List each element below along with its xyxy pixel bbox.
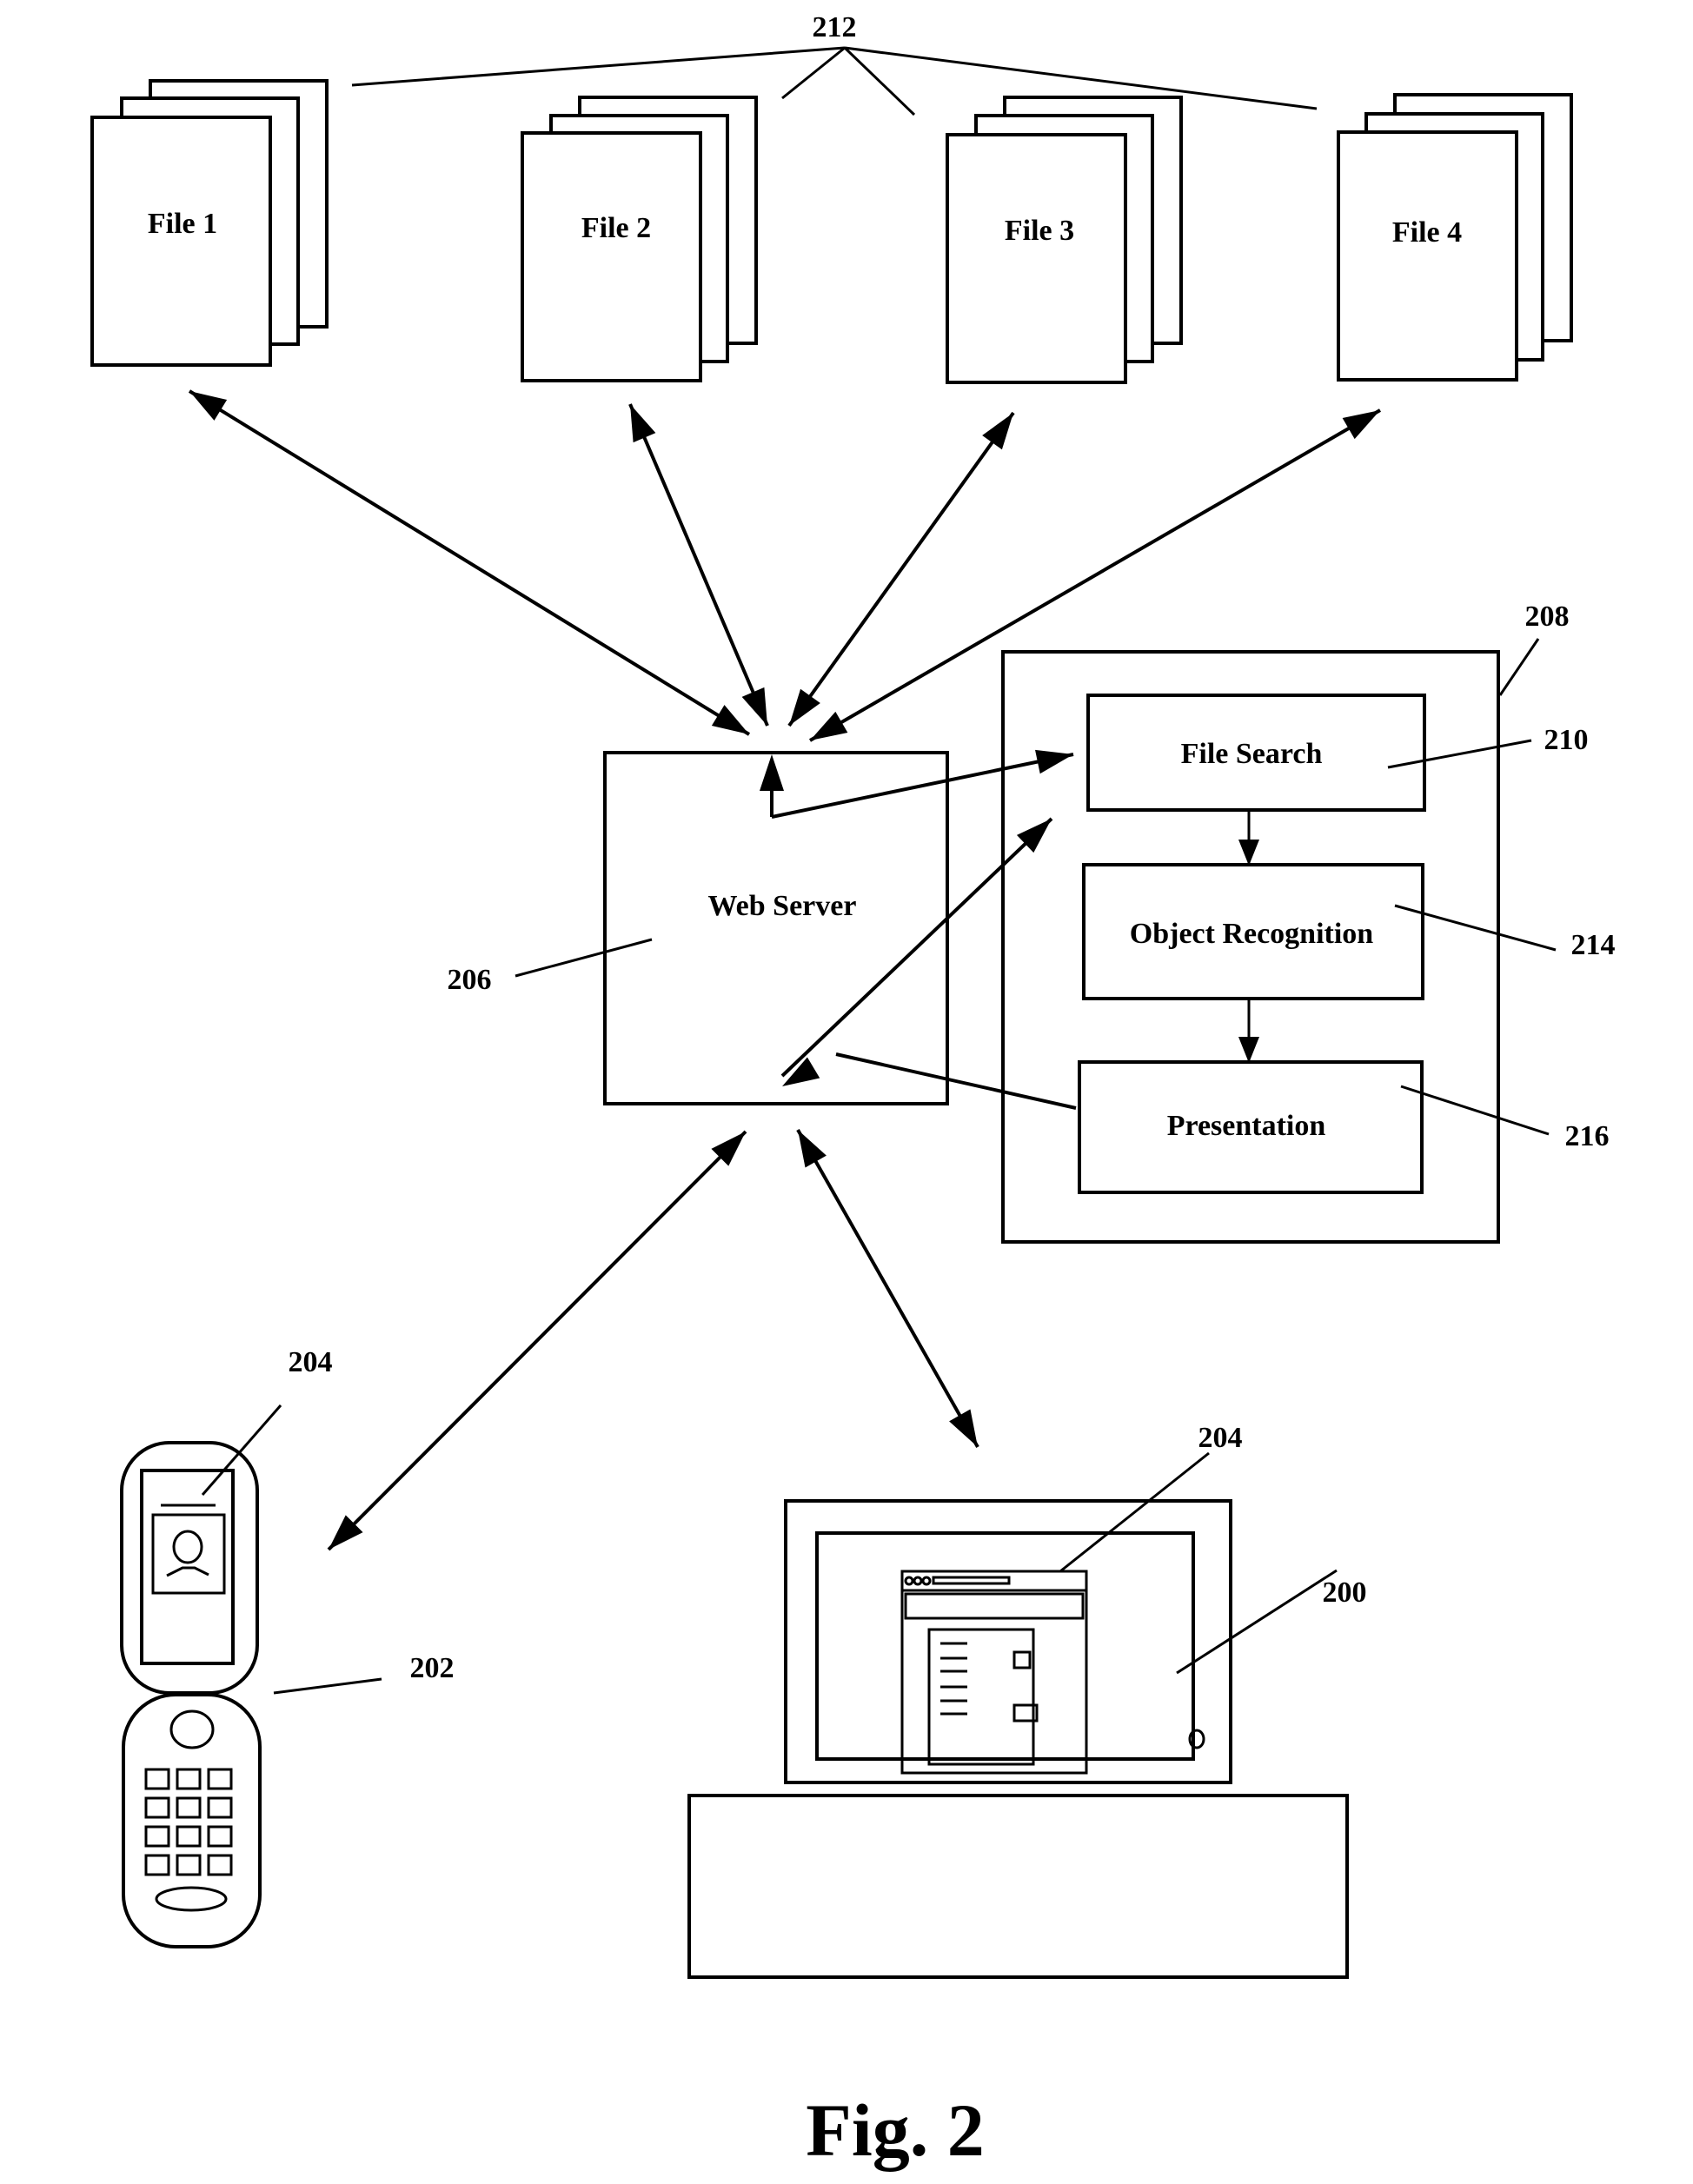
keypad-key [207, 1825, 233, 1848]
phone-ref: 202 [410, 1652, 455, 1684]
keypad-key [176, 1796, 202, 1819]
presentation-label: Presentation [1167, 1110, 1326, 1142]
file-stack-3: File 3 [946, 96, 1183, 384]
file-page-front [946, 133, 1127, 384]
keypad-key [176, 1825, 202, 1848]
leader-line-file3 [843, 46, 916, 116]
keypad-key [144, 1796, 170, 1819]
file-search-label: File Search [1181, 738, 1323, 770]
arrow-webserver-file4-tail [810, 711, 848, 740]
person-shoulders-icon [166, 1566, 209, 1577]
presentation-ref: 216 [1565, 1120, 1610, 1152]
file-stack-1: File 1 [90, 79, 329, 367]
phone-keypad [144, 1768, 233, 1876]
keypad-key [207, 1854, 233, 1876]
arrow-webserver-to-file-search-2 [780, 817, 1053, 1078]
computer-ref: 200 [1323, 1577, 1367, 1609]
phone-display-leader [201, 1404, 282, 1496]
phone-contact-picture [151, 1513, 226, 1595]
keypad-key [176, 1854, 202, 1876]
computer-base [687, 1794, 1349, 1979]
arrow-webserver-file3-head [982, 413, 1013, 450]
phone-leader [273, 1677, 382, 1695]
web-server-box [603, 751, 949, 1105]
file-search-leader [1387, 739, 1532, 769]
files-ref-label: 212 [813, 11, 857, 43]
arrow-webserver-file2 [628, 403, 769, 727]
file-1-label: File 1 [148, 208, 217, 240]
arrow-webserver-file3-tail [789, 688, 820, 726]
arrow-search-to-webserver-head [760, 754, 784, 791]
phone-call-button [155, 1886, 228, 1912]
object-recognition-ref: 214 [1571, 929, 1616, 961]
arrow-webserver-file1-head [189, 391, 228, 421]
computer-display-ref: 204 [1198, 1422, 1243, 1454]
file-page-front [521, 131, 702, 382]
phone-display-ref: 204 [289, 1346, 333, 1378]
file-stack-4: File 4 [1337, 93, 1573, 382]
keypad-key [207, 1796, 233, 1819]
keypad-key [207, 1768, 233, 1790]
leader-line-file2 [781, 46, 846, 100]
file-stack-2: File 2 [521, 96, 758, 382]
keypad-key [144, 1768, 170, 1790]
web-server: Web Server 206 [448, 751, 949, 1105]
arrow-webserver-file1 [188, 389, 751, 736]
processing-system-ref: 208 [1525, 601, 1570, 633]
object-recognition-leader [1394, 904, 1557, 952]
keypad-key [144, 1854, 170, 1876]
keypad-key [176, 1768, 202, 1790]
file-2-label: File 2 [581, 212, 651, 244]
file-3-label: File 3 [1005, 215, 1074, 247]
processing-system: 208 File Search 210 Object Recognition 2… [1001, 601, 1616, 1244]
arrow-webserver-to-file-search [771, 753, 1074, 819]
processing-system-leader [1498, 638, 1540, 696]
person-icon [172, 1530, 203, 1564]
arrow-webserver-computer-head [949, 1409, 978, 1447]
connection-arrows [188, 389, 1382, 1551]
arrow-webserver-file1-tail [711, 705, 749, 734]
mobile-phone: 204 202 [120, 1346, 455, 1948]
object-recognition-label: Object Recognition [1130, 918, 1374, 950]
monitor-frame [784, 1499, 1232, 1784]
web-server-leader [515, 938, 653, 978]
file-4-label: File 4 [1392, 216, 1462, 249]
system-diagram: 212 File 1 File 2 File 3 File 4 Web Serv… [90, 11, 1616, 2172]
arrow-webserver-phone [327, 1130, 747, 1551]
file-search-ref: 210 [1544, 724, 1589, 756]
arrow-webserver-file2-tail [741, 687, 767, 726]
arrow-webserver-to-file-search-head [1035, 749, 1073, 774]
arrow-presentation-to-webserver [835, 1052, 1077, 1110]
file-page-front [90, 116, 272, 367]
web-server-ref: 206 [448, 964, 492, 996]
arrow-webserver-computer [796, 1129, 979, 1448]
leader-line-file1 [351, 46, 846, 87]
arrow-webserver-computer-tail [798, 1130, 827, 1168]
arrow-webserver-file3 [787, 411, 1015, 727]
web-server-label: Web Server [708, 890, 857, 922]
arrow-webserver-file2-head [630, 404, 656, 443]
figure-caption: Fig. 2 [806, 2088, 984, 2172]
phone-nav-button [169, 1709, 215, 1749]
keypad-key [144, 1825, 170, 1848]
arrow-webserver-file4-head [1342, 410, 1380, 440]
file-page-front [1337, 130, 1518, 382]
desktop-computer: 204 200 [687, 1422, 1367, 1979]
